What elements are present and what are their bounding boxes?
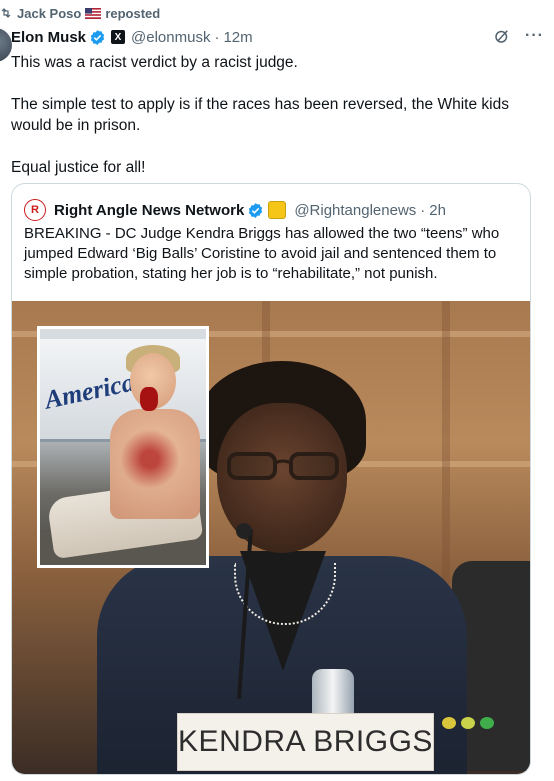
quoted-post-header: R Right Angle News Network @Rightanglene… [24,199,446,221]
repost-icon [1,8,11,18]
microphone [236,523,252,539]
quoted-post-text: BREAKING - DC Judge Kendra Briggs has al… [24,225,500,282]
verified-badge-icon [90,29,105,45]
more-icon[interactable]: ··· [525,27,544,45]
quoted-avatar[interactable]: R [24,199,46,221]
nameplate: KENDRA BRIGGS [177,713,434,771]
inset-photo: American [37,326,209,568]
separator-dot: · [420,201,426,219]
wall-panel [442,301,450,585]
indicator-lights [442,717,494,729]
repost-label: reposted [105,5,161,21]
post-text-line: Equal justice for all! [11,159,146,176]
post-time[interactable]: 12m [223,29,252,46]
post-text: This was a racist verdict by a racist ju… [11,52,531,178]
post-text-line: The simple test to apply is if the races… [11,96,509,134]
post-text-line: This was a racist verdict by a racist ju… [11,54,298,71]
separator-dot: · [214,28,220,46]
quoted-author-handle[interactable]: @Rightanglenews [294,202,416,219]
verified-badge-icon [249,202,263,218]
quoted-post-time[interactable]: 2h [429,202,446,219]
glasses [227,452,339,480]
nameplate-text: KENDRA BRIGGS [178,725,433,758]
blood-stain [120,429,180,489]
quoted-post[interactable]: R Right Angle News Network @Rightanglene… [11,183,531,775]
quoted-author-name[interactable]: Right Angle News Network [54,202,244,219]
grok-icon[interactable] [493,27,511,45]
repost-header: Jack Poso reposted [0,4,160,22]
gold-badge-icon [268,201,287,219]
x-logo-icon: X [111,30,126,44]
quoted-post-image[interactable]: KENDRA BRIGGS American [12,301,530,774]
author-name[interactable]: Elon Musk [11,29,86,46]
header-actions: ··· [493,27,544,45]
author-handle[interactable]: @elonmusk [131,29,210,46]
blood-stain [140,387,158,411]
repost-user[interactable]: Jack Poso [17,6,81,21]
us-flag-icon [85,7,102,19]
post-header: Elon Musk X @elonmusk · 12m ··· [11,27,544,47]
